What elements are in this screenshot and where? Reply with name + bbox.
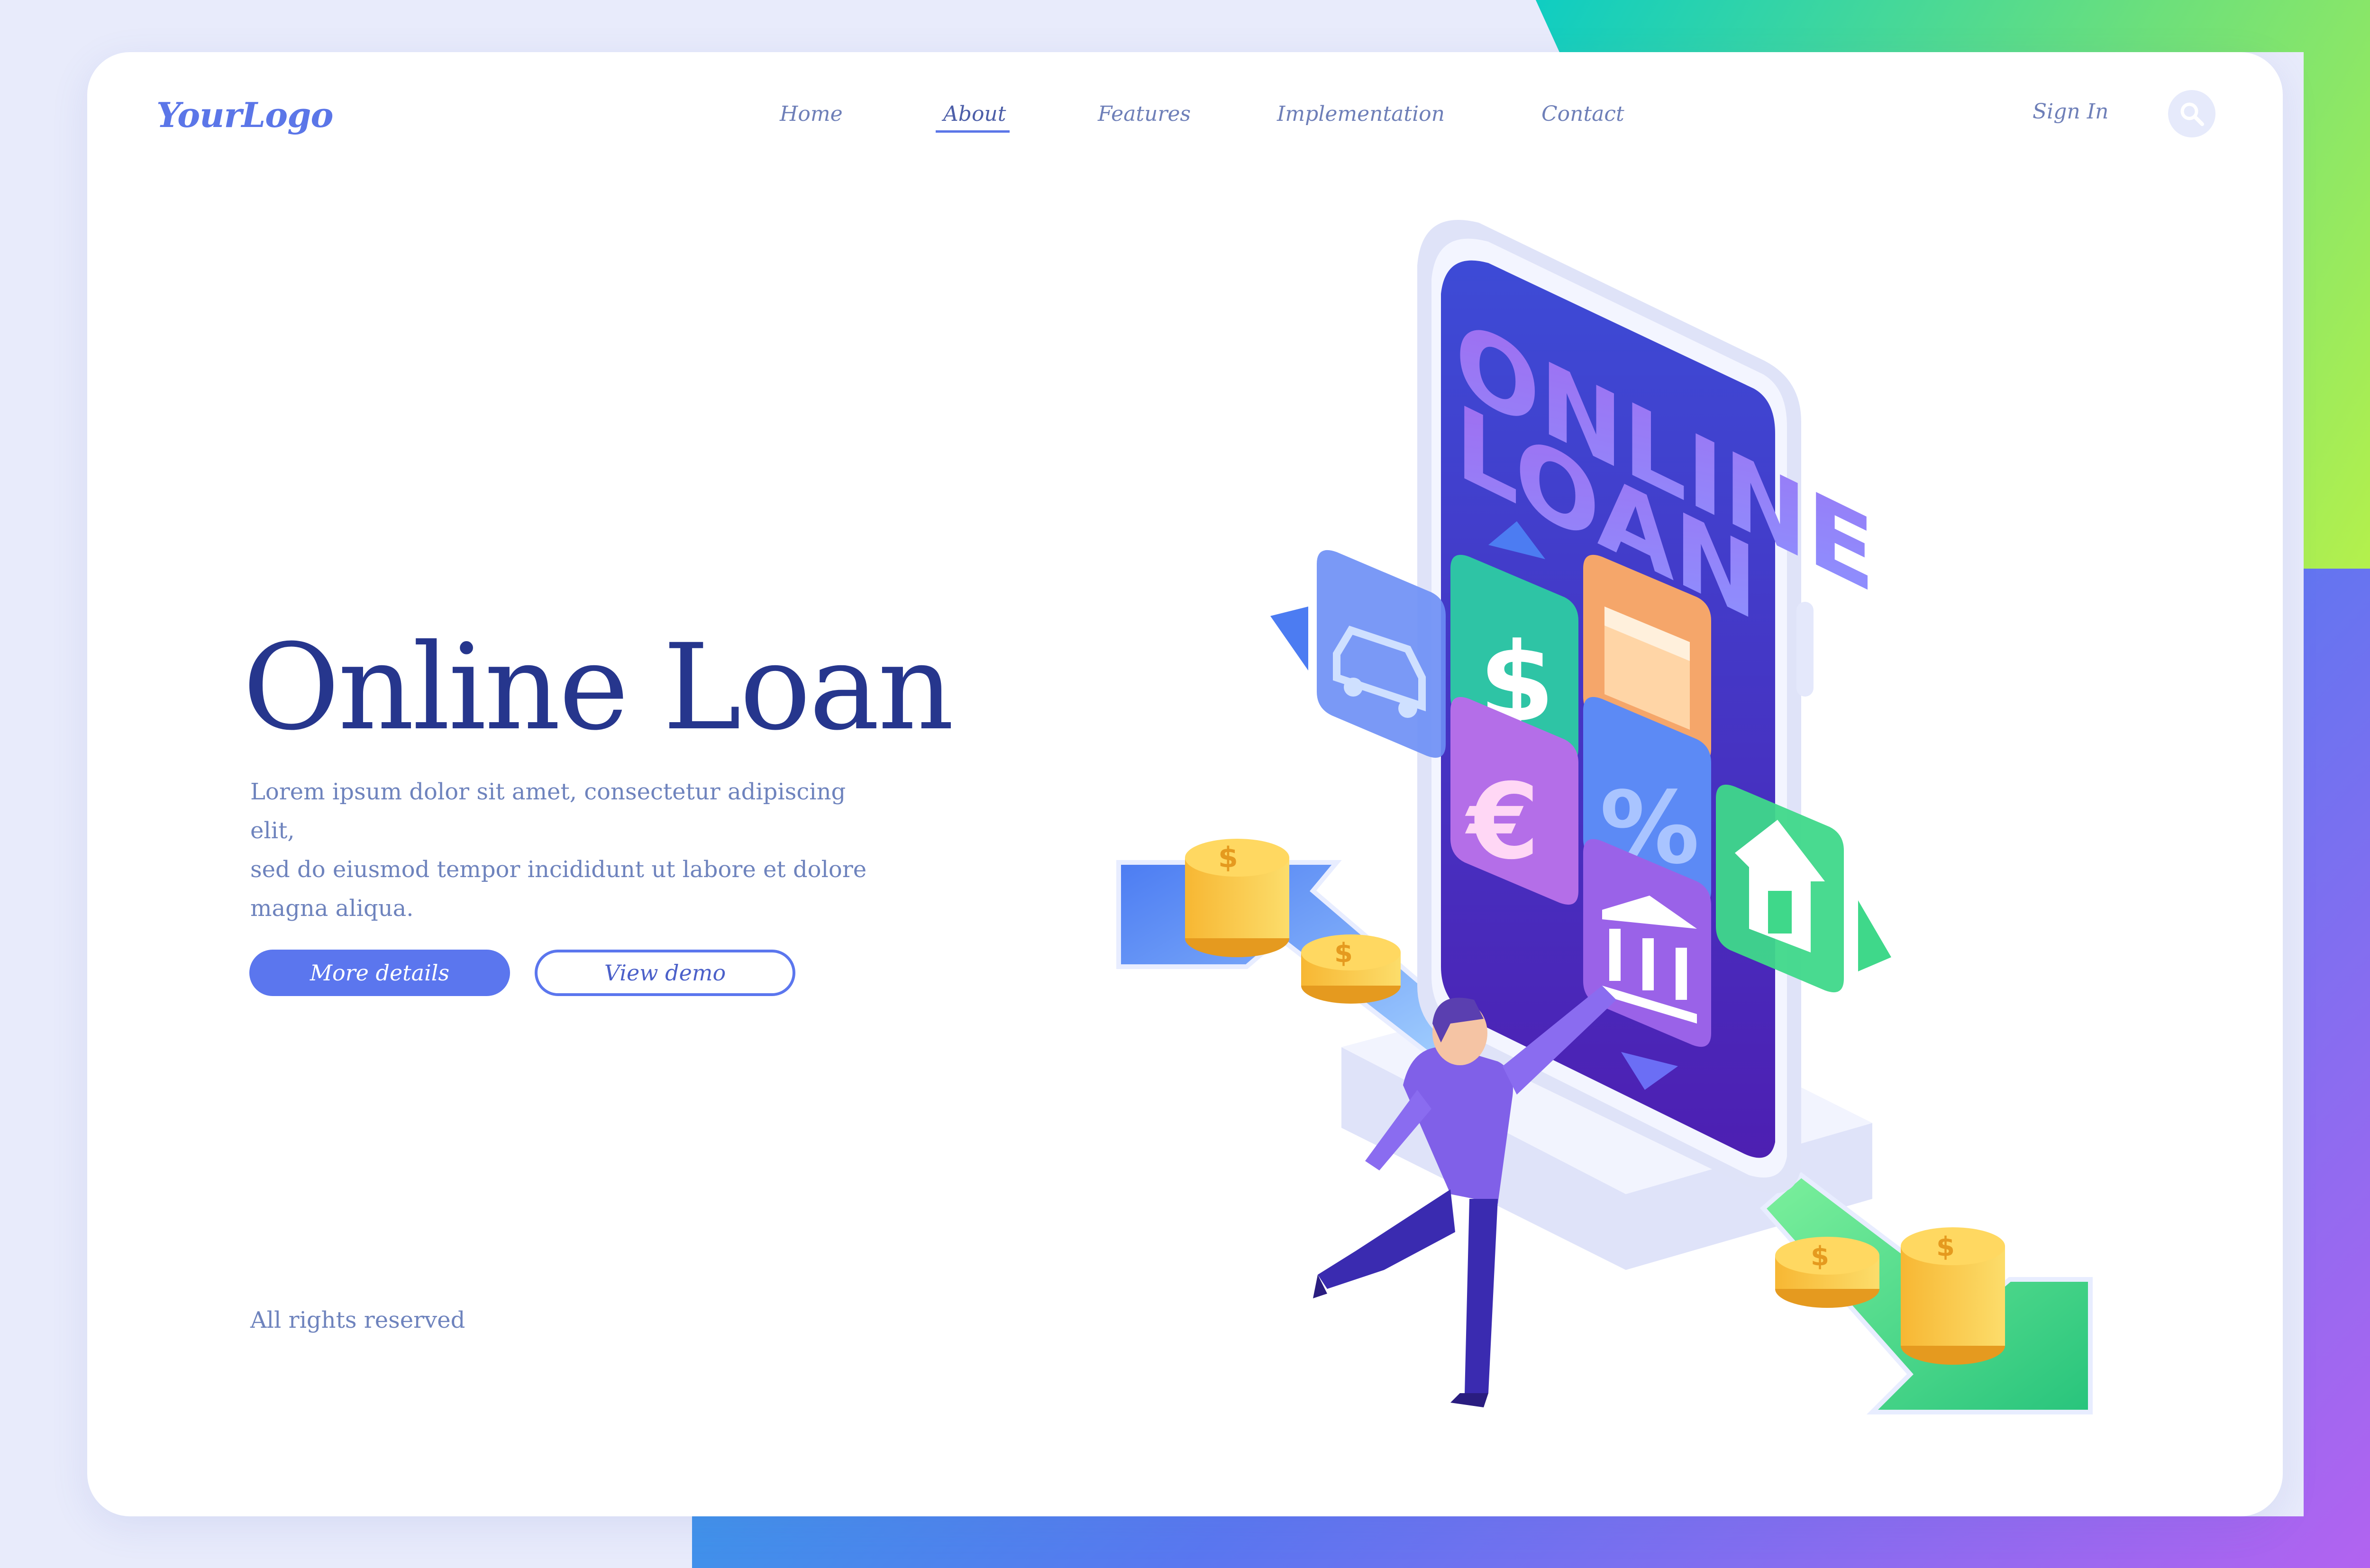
arrow-right-indicator [1858, 900, 1891, 971]
search-button[interactable] [2168, 90, 2215, 137]
coin-stack-small-right: $ [1775, 1237, 1879, 1308]
coin-stack-large-right: $ [1901, 1227, 2005, 1365]
nav-active-underline [936, 130, 1010, 133]
coin-dollar-symbol: $ [1334, 938, 1353, 969]
hero-description: Lorem ipsum dolor sit amet, consectetur … [250, 772, 890, 928]
nav-home[interactable]: Home [780, 102, 843, 126]
more-details-button[interactable]: More details [249, 950, 510, 996]
nav-about[interactable]: About [943, 102, 1006, 126]
coin-dollar-symbol: $ [1936, 1232, 1955, 1262]
nav-features[interactable]: Features [1098, 102, 1191, 126]
logo[interactable]: YourLogo [156, 95, 333, 135]
search-icon [2180, 102, 2204, 126]
coin-stack-small-left: $ [1301, 934, 1401, 1004]
view-demo-button[interactable]: View demo [535, 950, 795, 996]
arrow-left-indicator [1270, 607, 1308, 671]
nav-contact[interactable]: Contact [1541, 102, 1624, 126]
euro-icon: € [1465, 761, 1540, 882]
hero-description-line: Lorem ipsum dolor sit amet, consectetur … [250, 779, 846, 844]
coin-dollar-symbol: $ [1811, 1241, 1829, 1272]
hero-description-line: sed do eiusmod tempor incididunt ut labo… [250, 856, 867, 883]
coin-dollar-symbol: $ [1218, 841, 1238, 874]
hero-title: Online Loan [243, 618, 954, 756]
coin-stack-large-left: $ [1185, 839, 1289, 957]
online-loan-illustration: ONLINE LOAN $ € % $ $ $ $ [1116, 220, 2093, 1414]
sign-in-link[interactable]: Sign In [2033, 100, 2108, 124]
hero-description-line: magna aliqua. [250, 895, 414, 922]
nav-implementation[interactable]: Implementation [1277, 102, 1445, 126]
footer-copyright: All rights reserved [250, 1307, 465, 1333]
